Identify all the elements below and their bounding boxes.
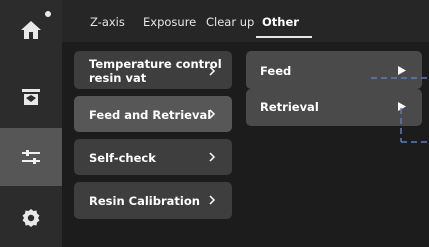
home-icon	[21, 21, 41, 39]
retrieval-label: Retrieval	[260, 100, 319, 114]
menu-item-feed-and-retrieval[interactable]: Feed and Retrieval	[74, 96, 232, 132]
menu-item-label: Self-check	[89, 151, 156, 165]
sidebar	[0, 0, 62, 247]
menu-item-label-line2: resin vat	[89, 71, 147, 85]
sidebar-item-settings[interactable]	[0, 188, 62, 247]
tab-other[interactable]: Other	[262, 15, 299, 29]
active-tab-indicator	[256, 36, 312, 38]
chevron-right-icon	[209, 195, 216, 205]
menu-item-label: Resin Calibration	[89, 194, 200, 208]
sidebar-item-tools[interactable]	[0, 128, 62, 186]
printer-icon	[22, 89, 40, 105]
gear-icon	[22, 208, 40, 227]
tab-bar: Z-axis Exposure Clear up Other	[62, 0, 429, 42]
menu-item-label-line1: Temperature control	[89, 57, 222, 71]
menu-item-temperature-control[interactable]: Temperature control resin vat	[74, 51, 232, 89]
notification-dot	[45, 11, 51, 17]
chevron-right-icon	[209, 66, 216, 76]
tab-clear-up[interactable]: Clear up	[206, 15, 254, 29]
dashed-guide-lines	[371, 77, 429, 143]
menu-item-resin-calibration[interactable]: Resin Calibration	[74, 182, 232, 219]
sidebar-item-printer[interactable]	[0, 66, 62, 126]
sidebar-item-home[interactable]	[0, 0, 62, 60]
menu-item-label: Feed and Retrieval	[89, 108, 212, 122]
menu-item-self-check[interactable]: Self-check	[74, 139, 232, 175]
tab-z-axis[interactable]: Z-axis	[90, 15, 125, 29]
tab-exposure[interactable]: Exposure	[143, 15, 196, 29]
chevron-right-icon	[209, 109, 216, 119]
chevron-right-icon	[209, 152, 216, 162]
tools-icon	[22, 150, 40, 164]
feed-label: Feed	[260, 64, 292, 78]
